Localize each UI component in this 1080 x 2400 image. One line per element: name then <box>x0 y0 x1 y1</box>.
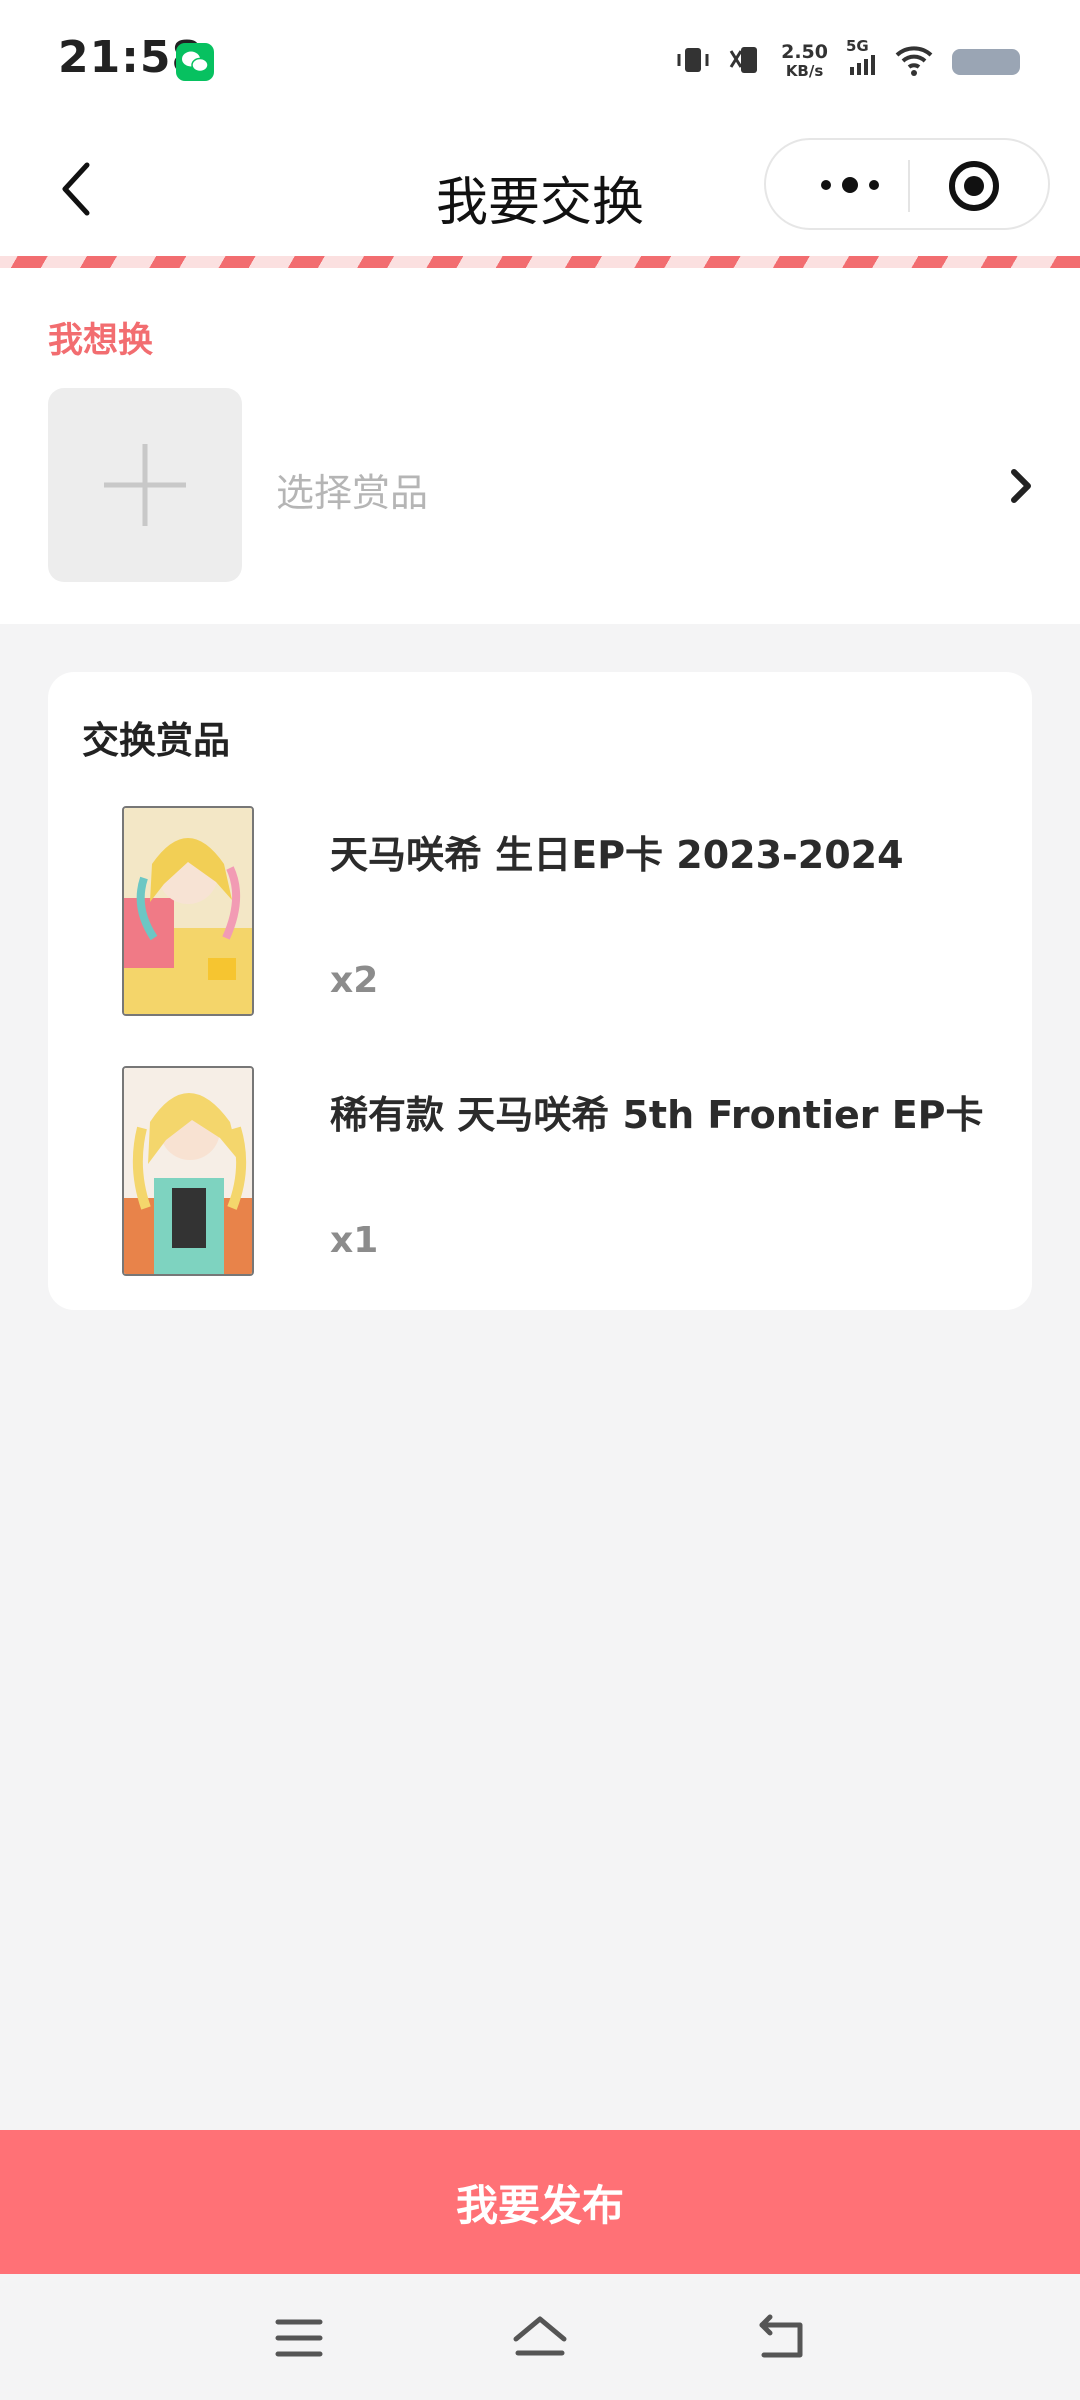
more-button[interactable] <box>808 162 892 208</box>
publish-button[interactable]: 我要发布 <box>0 2130 1080 2274</box>
menu-icon <box>275 2319 323 2357</box>
menu-button[interactable] <box>266 2308 332 2368</box>
back-button[interactable] <box>42 154 112 224</box>
prize-name: 稀有款 天马咲希 5th Frontier EP卡 <box>330 1093 984 1137</box>
more-dots-icon <box>821 177 879 193</box>
battery-icon <box>952 49 1020 75</box>
prize-quantity: x2 <box>330 960 379 1001</box>
prize-item[interactable]: 稀有款 天马咲希 5th Frontier EP卡 x1 <box>48 1066 1032 1296</box>
status-icons: 2.50 KB/s 5G <box>675 34 1020 90</box>
prize-quantity: x1 <box>330 1220 379 1261</box>
prize-thumbnail <box>122 1066 254 1276</box>
capsule-divider <box>908 160 910 212</box>
back-arrow-icon <box>759 2314 803 2358</box>
want-label: 我想换 <box>48 321 154 361</box>
home-icon <box>513 2316 567 2356</box>
no-sim-icon <box>729 43 763 81</box>
plus-icon <box>104 444 186 526</box>
wifi-icon <box>894 43 934 81</box>
decorative-stripe <box>0 256 1080 268</box>
network-speed: 2.50 KB/s <box>781 41 828 81</box>
close-miniprogram-button[interactable] <box>948 160 1000 212</box>
status-bar: 21:58 2.50 KB/s 5G <box>0 0 1080 124</box>
signal-icon: 5G <box>846 37 876 81</box>
vibrate-icon <box>675 44 711 80</box>
prize-thumbnail <box>122 806 254 1016</box>
back-nav-button[interactable] <box>748 2308 814 2368</box>
home-button[interactable] <box>507 2308 573 2368</box>
nav-bar: 我要交换 <box>0 124 1080 260</box>
add-prize-button[interactable] <box>48 388 242 582</box>
exchange-title: 交换赏品 <box>82 719 230 762</box>
prize-name: 天马咲希 生日EP卡 2023-2024 <box>330 833 904 877</box>
wechat-icon <box>176 43 214 81</box>
exchange-card: 交换赏品 天马咲希 生日EP卡 2023-2024 x2 稀有款 天马咲希 5t… <box>48 672 1032 1310</box>
want-section: 我想换 选择赏品 <box>0 268 1080 624</box>
select-prize-field[interactable]: 选择赏品 <box>276 462 428 517</box>
target-close-icon <box>949 161 999 211</box>
system-nav-bar <box>0 2274 1080 2400</box>
capsule-menu <box>764 138 1050 230</box>
chevron-left-icon <box>62 162 90 216</box>
chevron-right-icon[interactable] <box>1004 464 1040 508</box>
prize-item[interactable]: 天马咲希 生日EP卡 2023-2024 x2 <box>48 806 1032 1036</box>
